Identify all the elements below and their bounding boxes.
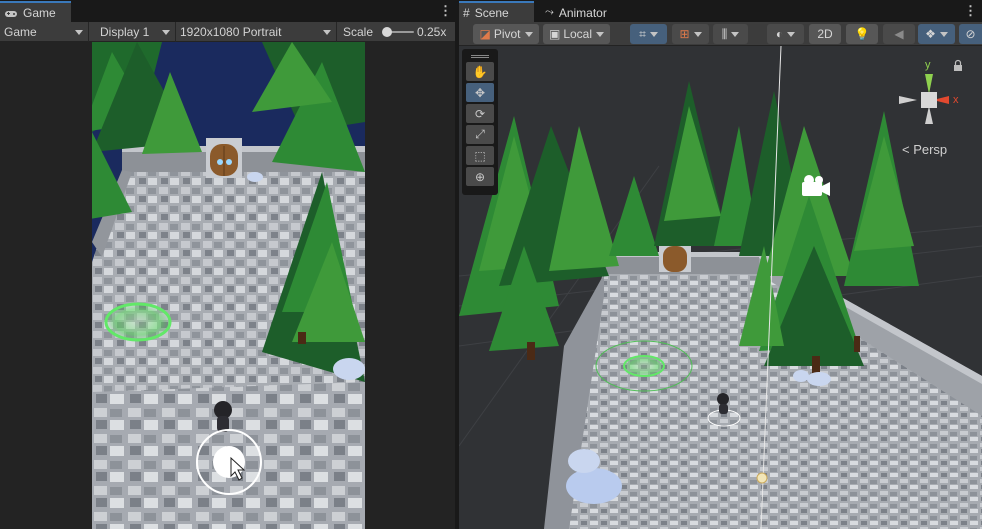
transform-tool-icon: ⊕ [474,169,486,184]
scene-more-icon[interactable]: ⋮ [964,4,977,18]
palette-grip-icon[interactable] [471,55,489,58]
rotate-tool-button[interactable]: ⟳ [466,104,494,123]
audio-icon: ◀ [894,27,904,41]
game-viewport[interactable] [92,42,365,529]
hand-tool-button[interactable]: ✋ [466,62,494,81]
scale-tool-button[interactable]: ⤢ [466,125,494,144]
tab-game-label: Game [23,5,56,20]
lightbulb-icon: 💡 [854,27,870,41]
rect-tool-icon: ⬚ [474,148,486,163]
grid-snap-button[interactable]: ⌗ [630,24,667,44]
chevron-down-icon [787,31,796,37]
chevron-down-icon [596,31,605,37]
green-goal-ring [104,302,172,342]
tab-animator[interactable]: ⤳ Animator [541,1,621,22]
tab-scene[interactable]: # Scene [459,1,534,22]
chevron-down-icon [731,31,740,37]
lighting-toggle[interactable]: 💡 [846,24,878,44]
game-toolbar: Game Display 1 1920x1080 Portrait Scale … [0,22,455,42]
draw-mode-button[interactable]: ◐ [767,24,804,44]
snap-settings-button[interactable]: ⊞ [672,24,709,44]
chevron-down-icon [323,30,331,35]
snap-icon: ⊞ [679,27,690,41]
tab-scene-label: Scene [474,5,509,20]
tab-animator-label: Animator [558,5,607,20]
chevron-down-icon [162,30,170,35]
perspective-label[interactable]: < Persp [902,142,947,157]
effects-toggle[interactable]: ❖ [918,24,955,44]
scene-toolbar: ◪ Pivot ▣ Local ⌗ ⊞ ⫼ ◐ 2D 💡 ◀ ❖ ⊘ [459,22,982,46]
scale-slider-thumb[interactable] [382,27,392,37]
increment-snap-button[interactable]: ⫼ [713,24,748,44]
transform-tool-button[interactable]: ⊕ [466,167,494,186]
hidden-eye-icon: ⊘ [965,27,976,41]
hand-tool-icon: ✋ [472,64,488,79]
grid-snap-icon: ⌗ [639,26,646,41]
pivot-label: Pivot [493,27,521,41]
chevron-down-icon [693,31,702,37]
shading-icon: ◐ [775,27,784,41]
chevron-down-icon [939,31,948,37]
game-tab-bar: Game ⋮ [0,0,455,22]
game-more-icon[interactable]: ⋮ [439,4,452,18]
visibility-toggle[interactable]: ⊘ [959,24,982,44]
chevron-down-icon [524,31,533,37]
move-tool-button[interactable]: ✥ [466,83,494,102]
display-dropdown[interactable]: Display 1 [96,22,176,42]
grid-icon: # [463,5,470,20]
scale-tool-icon: ⤢ [475,127,485,141]
scene-castle-door [659,242,691,272]
game-mode-value: Game [4,25,37,39]
local-toggle[interactable]: ▣ Local [543,24,610,44]
display-value: Display 1 [100,25,150,39]
game-render [92,42,365,529]
game-mode-dropdown[interactable]: Game [0,22,89,42]
tool-palette: ✋ ✥ ⟳ ⤢ ⬚ ⊕ [462,49,498,195]
scene-viewport[interactable]: y x < Persp ✋ ✥ ⟳ ⤢ ⬚ ⊕ [459,46,982,529]
resolution-value: 1920x1080 Portrait [180,25,282,39]
pivot-toggle[interactable]: ◪ Pivot [473,24,539,44]
chevron-down-icon [649,31,658,37]
tab-game[interactable]: Game [0,1,71,22]
game-panel: Game ⋮ Game Display 1 1920x1080 Portrait… [0,0,455,529]
gizmo-x-label: x [953,94,959,106]
chevron-down-icon [75,30,83,35]
scene-tab-bar: # Scene ⤳ Animator ⋮ [459,0,982,22]
rotate-tool-icon: ⟳ [474,106,486,121]
ruler-icon: ⫼ [721,26,728,41]
cube-icon: ▣ [548,27,561,41]
castle-door [206,138,242,178]
pivot-icon: ◪ [479,27,491,41]
audio-toggle[interactable]: ◀ [883,24,915,44]
rect-tool-button[interactable]: ⬚ [466,146,494,165]
mode-2d-button[interactable]: 2D [809,24,841,44]
local-label: Local [563,27,593,41]
mode-2d-label: 2D [817,27,833,41]
scene-panel: # Scene ⤳ Animator ⋮ ◪ Pivot ▣ Local ⌗ ⊞ [459,0,982,529]
light-gizmo-icon[interactable] [756,472,768,484]
move-tool-icon: ✥ [474,85,486,100]
scene-render: y x [459,46,982,529]
scale-label: Scale [343,25,374,39]
gamepad-icon [4,8,18,18]
animator-icon: ⤳ [545,6,554,18]
gizmo-y-label: y [925,59,931,71]
scale-value: 0.25x [417,25,447,39]
resolution-dropdown[interactable]: 1920x1080 Portrait [176,22,337,42]
effects-icon: ❖ [925,27,936,41]
